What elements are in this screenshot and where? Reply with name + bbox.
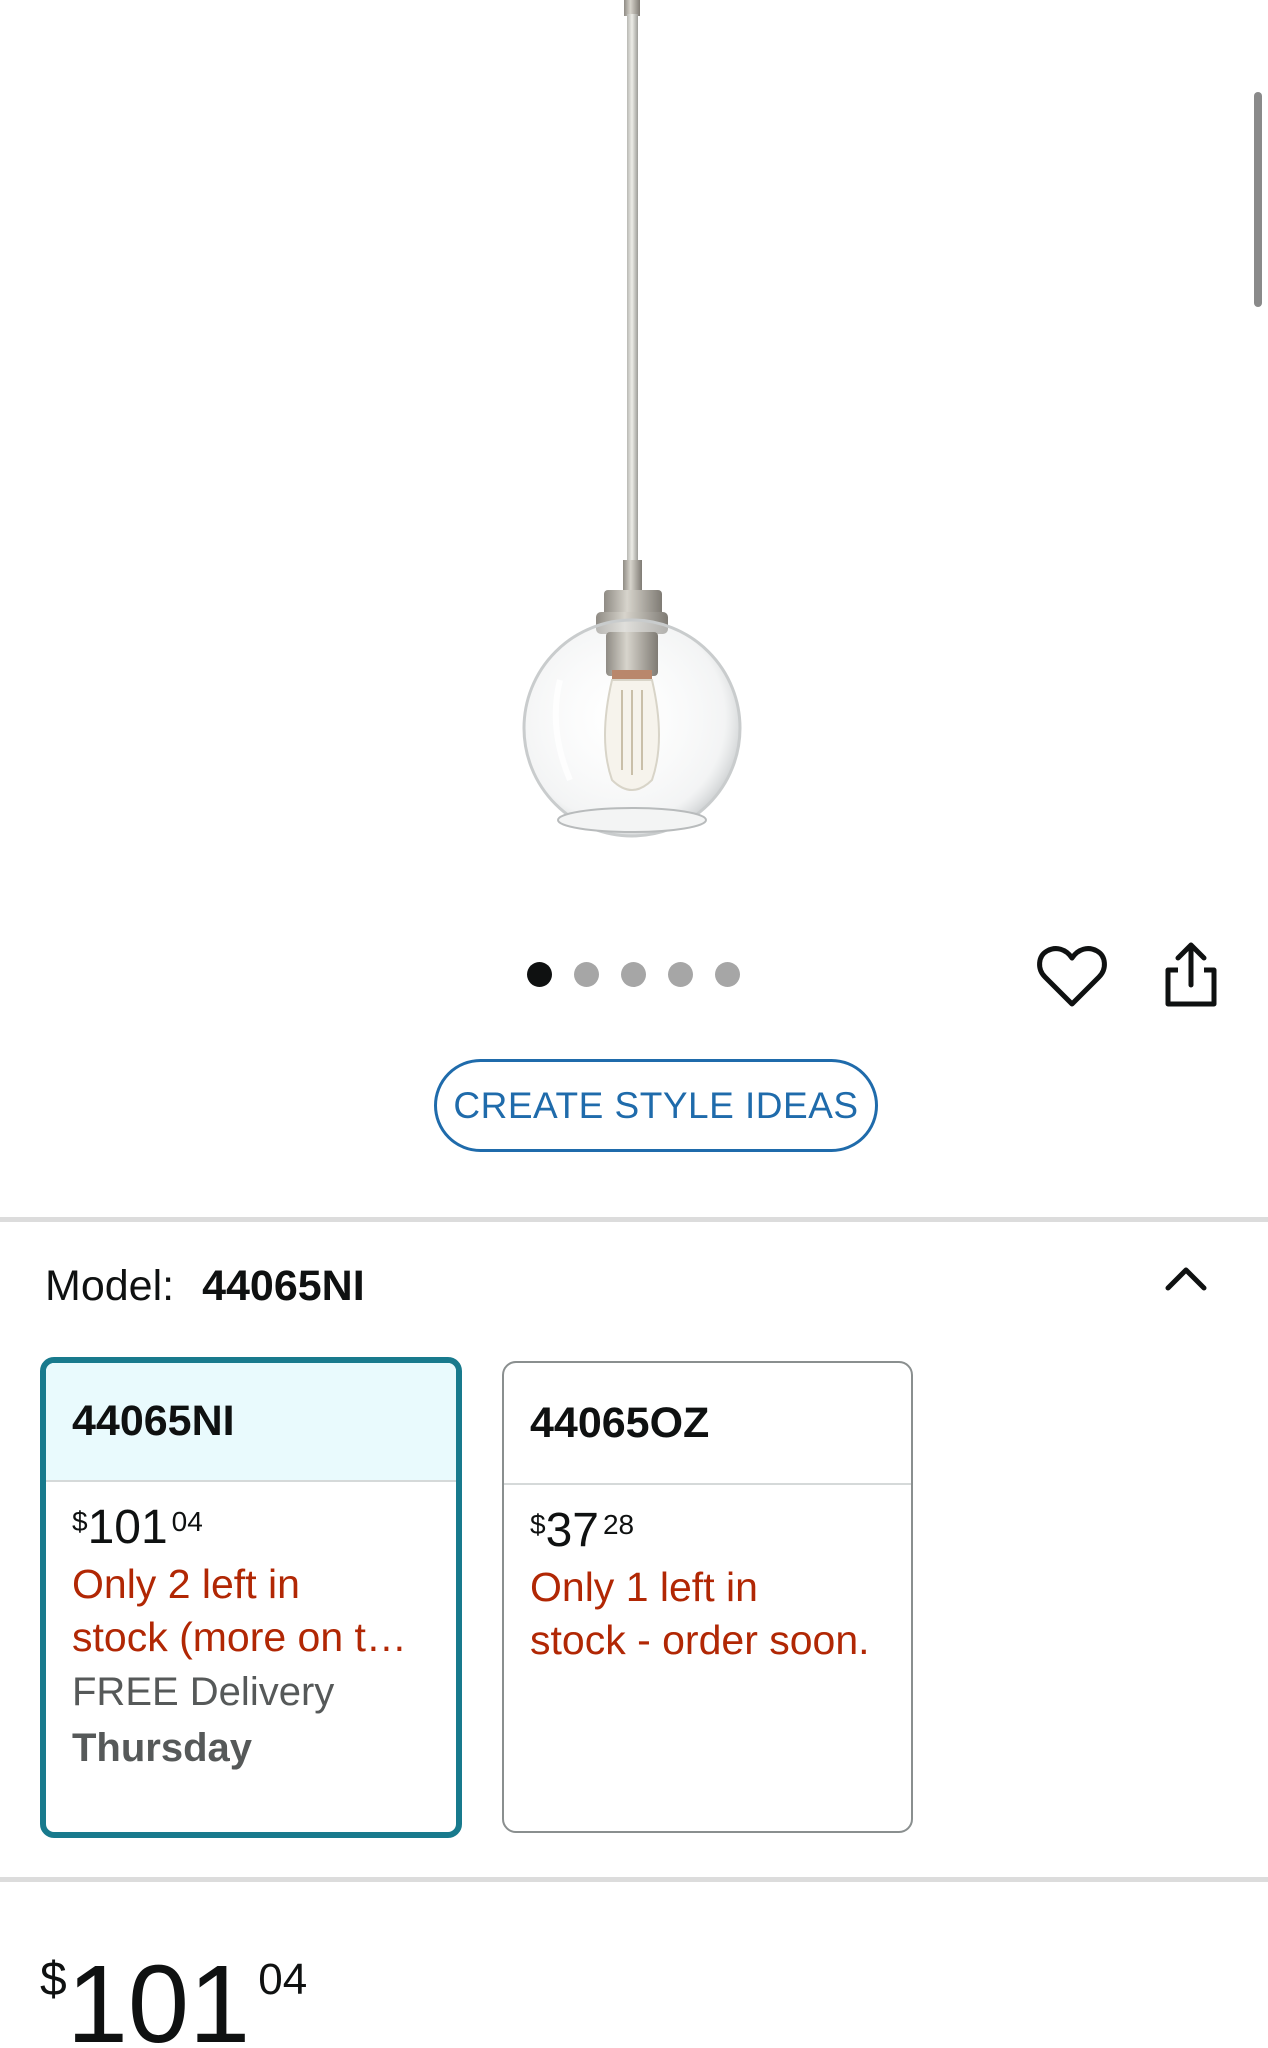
section-divider — [0, 1877, 1268, 1882]
carousel-dot[interactable] — [527, 962, 552, 987]
carousel-dot[interactable] — [574, 962, 599, 987]
stock-line: Only 2 left in — [72, 1561, 300, 1607]
create-style-ideas-button[interactable]: CREATE STYLE IDEAS — [434, 1059, 878, 1152]
chevron-up-icon — [1165, 1267, 1207, 1291]
wishlist-button[interactable] — [1036, 944, 1108, 1010]
scrollbar[interactable] — [1254, 92, 1262, 307]
carousel-dot[interactable] — [715, 962, 740, 987]
product-image[interactable] — [0, 0, 1268, 900]
collapse-model-button[interactable] — [1156, 1254, 1216, 1304]
delivery-day: Thursday — [72, 1726, 253, 1770]
model-label: Model: — [45, 1262, 175, 1310]
price-symbol: $ — [530, 1509, 546, 1540]
variant-name: 44065OZ — [504, 1363, 911, 1485]
delivery-label: FREE Delivery — [72, 1670, 335, 1714]
price-fraction: 04 — [171, 1506, 203, 1537]
price-whole: 101 — [87, 1501, 168, 1554]
stock-line: stock - order soon. — [530, 1617, 870, 1663]
price-fraction: 04 — [258, 1955, 308, 2004]
carousel-dot[interactable] — [621, 962, 646, 987]
price-symbol: $ — [72, 1506, 88, 1537]
share-button[interactable] — [1160, 940, 1222, 1010]
variant-card-44065ni[interactable]: 44065NI $ 101 04 Only 2 left in stock (m… — [40, 1357, 462, 1838]
price-whole: 37 — [545, 1504, 599, 1557]
share-icon — [1165, 942, 1217, 1007]
stock-line: Only 1 left in — [530, 1564, 758, 1610]
price-symbol: $ — [40, 1953, 67, 2006]
variant-name: 44065NI — [46, 1363, 456, 1482]
stock-status: Only 2 left in stock (more on t… — [72, 1558, 432, 1664]
variant-price: $ 101 04 — [72, 1504, 432, 1552]
image-carousel-dots — [527, 962, 740, 987]
variant-card-44065oz[interactable]: 44065OZ $ 37 28 Only 1 left in stock - o… — [502, 1361, 913, 1833]
model-value: 44065NI — [202, 1262, 365, 1310]
product-price: $ 101 04 — [40, 1950, 307, 2048]
carousel-dot[interactable] — [668, 962, 693, 987]
variant-price: $ 37 28 — [530, 1507, 887, 1555]
section-divider — [0, 1217, 1268, 1222]
heart-icon — [1037, 946, 1107, 1007]
model-selector-header: Model: 44065NI — [45, 1262, 365, 1311]
stock-line: stock (more on t… — [72, 1614, 407, 1660]
price-whole: 101 — [66, 1943, 251, 2048]
price-fraction: 28 — [602, 1509, 635, 1540]
stock-status: Only 1 left in stock - order soon. — [530, 1561, 887, 1667]
